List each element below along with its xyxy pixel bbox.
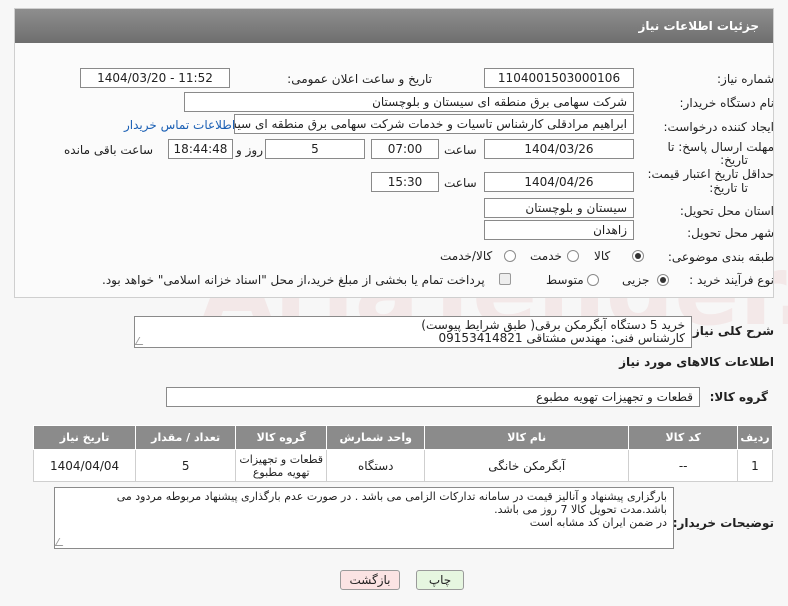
category-option-both: کالا/خدمت [440, 249, 493, 263]
buyer-field: شرکت سهامی برق منطقه ای سیستان و بلوچستا… [184, 92, 634, 112]
cell-qty: 5 [135, 449, 237, 482]
col-qty: تعداد / مقدار [135, 425, 237, 450]
category-option-goods: کالا [594, 249, 611, 263]
resize-grip-icon[interactable] [55, 538, 68, 546]
city-label: شهر محل تحویل: [687, 226, 774, 240]
print-button[interactable]: چاپ [416, 570, 464, 590]
process-radio-medium[interactable] [587, 274, 599, 286]
cell-code: -- [628, 449, 738, 482]
days-field: 5 [265, 139, 365, 159]
deadline-label-2: تاریخ: [720, 153, 748, 167]
need-number-label: شماره نیاز: [717, 72, 774, 86]
notes-line-3: در ضمن ایران کد مشابه است [529, 516, 667, 529]
table-header-row: ردیف کد کالا نام کالا واحد شمارش گروه کا… [32, 425, 773, 450]
days-label: روز و [236, 143, 263, 157]
col-unit: واحد شمارش [326, 425, 426, 450]
announce-label: تاریخ و ساعت اعلان عمومی: [287, 72, 432, 86]
validity-time-label: ساعت [444, 176, 477, 190]
need-number-field: 1104001503000106 [484, 68, 634, 88]
treasury-payment-note: پرداخت تمام یا بخشی از مبلغ خرید،از محل … [102, 273, 485, 287]
notes-label: توضیحات خریدار: [672, 516, 774, 530]
table-row: 1 -- آبگرمکن خانگی دستگاه قطعات و تجهیزا… [32, 449, 773, 482]
goods-section-title: اطلاعات کالاهای مورد نیاز [619, 355, 774, 369]
creator-field: ابراهیم مرادقلی کارشناس تاسیات و خدمات ش… [234, 114, 634, 134]
buyer-label: نام دستگاه خریدار: [679, 96, 775, 110]
validity-time-field: 15:30 [371, 172, 439, 192]
process-radio-minor[interactable] [657, 274, 669, 286]
province-field: سیستان و بلوچستان [484, 198, 634, 218]
category-radio-both[interactable] [504, 250, 516, 262]
category-radio-goods[interactable] [632, 250, 644, 262]
buyer-contact-link[interactable]: اطلاعات تماس خریدار [124, 118, 235, 132]
description-textarea[interactable]: خرید 5 دستگاه آبگرمکن برقی( طبق شرایط پی… [134, 316, 692, 348]
announce-field: 1404/03/20 - 11:52 [80, 68, 230, 88]
treasury-payment-checkbox[interactable] [499, 273, 511, 285]
panel-header: جزئیات اطلاعات نیاز [15, 9, 773, 43]
col-group: گروه کالا [235, 425, 328, 450]
notes-line-1: بارگزاری پیشنهاد و آنالیز قیمت در سامانه… [116, 490, 667, 503]
province-label: استان محل تحویل: [679, 204, 774, 218]
items-table: ردیف کد کالا نام کالا واحد شمارش گروه کا… [32, 425, 773, 482]
cell-group: قطعات و تجهیزات تهویه مطبوع [235, 449, 328, 482]
cell-unit: دستگاه [326, 449, 426, 482]
creator-label: ایجاد کننده درخواست: [663, 120, 774, 134]
notes-textarea[interactable]: بارگزاری پیشنهاد و آنالیز قیمت در سامانه… [54, 487, 674, 549]
notes-line-2: باشد.مدت تحویل کالا 7 روز می باشد. [494, 503, 667, 516]
validity-label-2: تا تاریخ: [709, 181, 748, 195]
description-line-2: کارشناس فنی: مهندس مشتاقی 09153414821 [438, 331, 685, 345]
deadline-time-label: ساعت [444, 143, 477, 157]
cell-row: 1 [737, 449, 773, 482]
process-label: نوع فرآیند خرید : [689, 273, 774, 287]
deadline-time-field: 07:00 [371, 139, 439, 159]
remaining-label: ساعت باقی مانده [64, 143, 154, 157]
category-label: طبقه بندی موضوعی: [667, 250, 774, 264]
city-field: زاهدان [484, 220, 634, 240]
goods-group-label: گروه کالا: [709, 390, 768, 404]
process-option-minor: جزیی [622, 273, 650, 287]
cell-date: 1404/04/04 [32, 449, 137, 482]
deadline-date-field: 1404/03/26 [484, 139, 634, 159]
back-button[interactable]: بازگشت [340, 570, 400, 590]
validity-date-field: 1404/04/26 [484, 172, 634, 192]
validity-label-1: حداقل تاریخ اعتبار قیمت: [647, 167, 774, 181]
cell-name: آبگرمکن خانگی [424, 449, 630, 482]
col-code: کد کالا [628, 425, 738, 450]
category-radio-service[interactable] [567, 250, 579, 262]
category-option-service: خدمت [530, 249, 562, 263]
col-name: نام کالا [424, 425, 630, 450]
col-date: تاریخ نیاز [32, 425, 137, 450]
description-label: شرح کلی نیاز: [688, 324, 774, 338]
remaining-time-field: 18:44:48 [168, 139, 233, 159]
goods-group-field: قطعات و تجهیزات تهویه مطبوع [166, 387, 700, 407]
deadline-label-1: مهلت ارسال پاسخ: تا [667, 140, 774, 154]
process-option-medium: متوسط [546, 273, 584, 287]
col-row: ردیف [737, 425, 773, 450]
